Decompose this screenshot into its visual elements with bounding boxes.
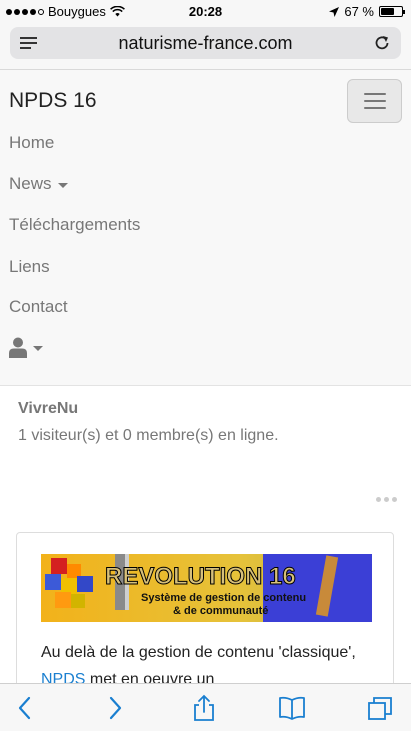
forward-arrow-icon[interactable] bbox=[100, 694, 128, 722]
screen: Bouygues 20:28 67 % naturisme-france.com bbox=[0, 0, 411, 731]
banner-line-2: & de communauté bbox=[173, 605, 268, 617]
nav-item-contact[interactable]: Contact bbox=[9, 297, 68, 317]
banner-title: REVOLUTION 16 bbox=[105, 563, 296, 590]
bookmarks-icon[interactable] bbox=[278, 694, 306, 722]
battery-fill bbox=[381, 8, 395, 15]
address-bar[interactable]: naturisme-france.com bbox=[10, 27, 401, 59]
caret-down-icon bbox=[57, 182, 68, 188]
nav-item-links[interactable]: Liens bbox=[9, 257, 50, 277]
status-right: 67 % bbox=[329, 4, 405, 19]
nav-item-label: Liens bbox=[9, 257, 50, 276]
nav-item-label: News bbox=[9, 174, 52, 193]
tabs-icon[interactable] bbox=[366, 694, 394, 722]
site-brand[interactable]: NPDS 16 bbox=[9, 89, 97, 113]
online-block-text: 1 visiteur(s) et 0 membre(s) en ligne. bbox=[18, 427, 279, 444]
online-block-title: VivreNu bbox=[18, 400, 79, 417]
nav-item-news[interactable]: News bbox=[9, 174, 68, 194]
nav-item-label: Home bbox=[9, 133, 55, 152]
nav-item-label: Contact bbox=[9, 297, 68, 316]
card-text-before: Au delà de la gestion de contenu 'classi… bbox=[41, 644, 356, 661]
browser-toolbar bbox=[0, 683, 411, 731]
site-navbar: NPDS 16 Home News Téléchargements Liens … bbox=[0, 70, 411, 386]
nav-item-label: Téléchargements bbox=[9, 215, 141, 234]
back-arrow-icon[interactable] bbox=[12, 694, 40, 722]
share-icon[interactable] bbox=[190, 694, 218, 722]
user-icon bbox=[9, 337, 27, 358]
nav-item-downloads[interactable]: Téléchargements bbox=[9, 215, 140, 235]
banner-line-1: Système de gestion de contenu bbox=[141, 592, 306, 604]
nav-item-home[interactable]: Home bbox=[9, 133, 54, 153]
navbar-toggle-button[interactable] bbox=[347, 79, 402, 123]
reload-icon[interactable] bbox=[372, 33, 392, 53]
browser-address-area: naturisme-france.com bbox=[0, 22, 411, 70]
nav-item-user-menu[interactable] bbox=[9, 337, 43, 358]
status-bar: Bouygues 20:28 67 % bbox=[0, 0, 411, 22]
caret-down-icon bbox=[33, 346, 43, 351]
battery-percent: 67 % bbox=[344, 4, 374, 19]
revolution-banner: REVOLUTION 16 Système de gestion de cont… bbox=[41, 554, 372, 622]
battery-icon bbox=[379, 6, 405, 17]
location-arrow-icon bbox=[329, 6, 340, 17]
url-text[interactable]: naturisme-france.com bbox=[10, 33, 401, 54]
more-options-icon[interactable] bbox=[376, 497, 397, 502]
